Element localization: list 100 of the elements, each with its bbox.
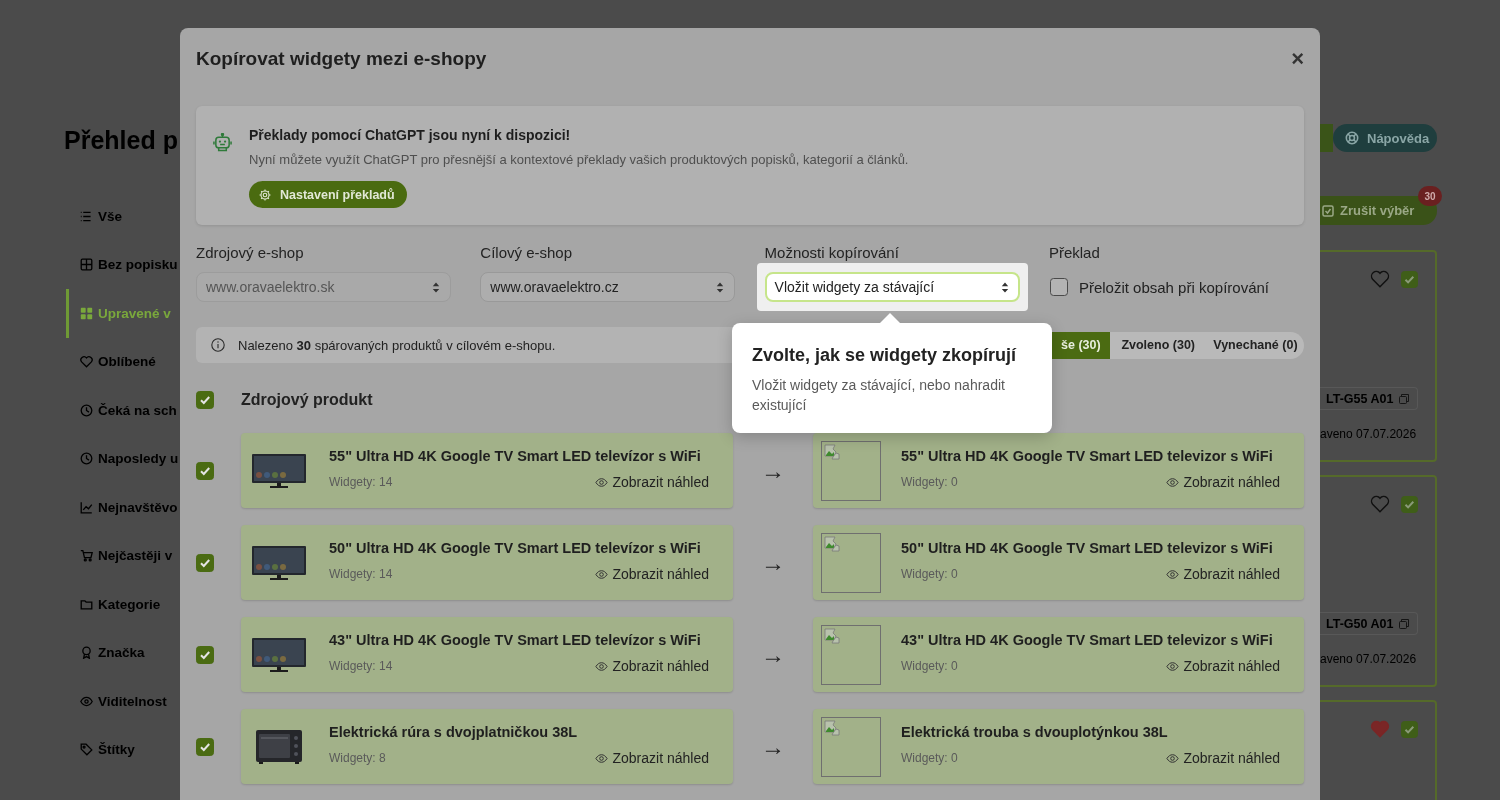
eye-icon — [595, 569, 609, 579]
product-title: 55" Ultra HD 4K Google TV Smart LED televízor s WiFi — [329, 447, 702, 465]
checked-box-icon — [1322, 204, 1334, 217]
checkbox[interactable] — [1401, 720, 1418, 738]
tv-photo — [251, 637, 307, 673]
widget-count: Widgety: 14 — [329, 659, 393, 673]
product-title: 50" Ultra HD 4K Google TV Smart LED televízor s WiFi — [329, 539, 702, 557]
clock-icon — [80, 403, 93, 417]
select-field[interactable]: www.oravaelektro.cz — [480, 272, 736, 302]
award-icon — [80, 646, 93, 660]
broken-image-icon — [824, 536, 840, 552]
product-title: 43" Ultra HD 4K Google TV Smart LED televizor s WiFi — [901, 631, 1274, 649]
right-arrow: → — [760, 640, 786, 669]
preview-link[interactable]: Zobrazit náhled — [1166, 566, 1280, 582]
filter-tab[interactable]: še (30) — [1052, 331, 1110, 359]
broken-image-icon — [824, 628, 840, 644]
tooltip-text: Vložit widgety za stávající, nebo nahradit existující — [752, 376, 1006, 415]
checkbox-label: Přeložit obsah při kopírování — [1078, 278, 1269, 296]
up-down-chevron-icon — [432, 281, 440, 293]
select-field[interactable]: Vložit widgety za stávající — [764, 272, 1020, 302]
tv-photo — [251, 545, 307, 581]
heart-icon — [80, 355, 93, 369]
widget-count: Widgety: 0 — [901, 751, 958, 765]
preview-link[interactable]: Zobrazit náhled — [595, 566, 709, 582]
right-arrow: → — [760, 548, 786, 577]
checkbox[interactable] — [196, 645, 214, 664]
preview-link[interactable]: Zobrazit náhled — [1166, 474, 1280, 490]
lifebuoy-icon — [1345, 131, 1359, 145]
broken-image-icon — [824, 720, 840, 736]
page-title: Přehled p — [64, 125, 179, 156]
right-arrow: → — [760, 456, 786, 485]
field-label: Cílový e-shop — [480, 244, 573, 262]
help-button[interactable]: Nápověda — [1333, 124, 1437, 152]
checkbox[interactable] — [196, 737, 214, 756]
chart-icon — [80, 500, 93, 514]
tag-icon — [80, 743, 93, 757]
modified-date: aveno 07.07.2026 — [1320, 652, 1418, 666]
widget-count: Widgety: 0 — [901, 475, 958, 489]
field-label: Zdrojový e-shop — [196, 244, 305, 262]
checkbox[interactable] — [1049, 278, 1068, 296]
filter-tab[interactable]: Vynechané (0) — [1206, 331, 1304, 359]
product-title: 43" Ultra HD 4K Google TV Smart LED televízor s WiFi — [329, 631, 702, 649]
checkbox[interactable] — [1401, 270, 1418, 288]
eye-icon — [595, 477, 609, 487]
translation-settings-button[interactable]: Nastavení překladů — [249, 181, 407, 208]
checkbox[interactable] — [1401, 495, 1418, 513]
copy-icon[interactable] — [1399, 618, 1409, 629]
product-code: LT-G50 A01 — [1326, 616, 1394, 631]
eye-icon — [595, 661, 609, 671]
count-badge: 30 — [1418, 186, 1442, 206]
field-label: Možnosti kopírování — [764, 244, 900, 262]
robot-icon — [213, 133, 232, 152]
preview-link[interactable]: Zobrazit náhled — [595, 658, 709, 674]
field-label: Překlad — [1048, 244, 1101, 262]
eye-icon — [1166, 661, 1180, 671]
clock-icon — [80, 452, 93, 466]
notice-text: Nyní můžete využít ChatGPT pro přesnější a kontextové překlady vašich produktových popisků, kategorií a článků. — [249, 151, 909, 169]
tooltip-title: Zvolte, jak se widgety zkopírují — [752, 344, 1018, 367]
close-button[interactable]: × — [1291, 48, 1304, 70]
broken-image-icon — [824, 444, 840, 460]
heart-icon[interactable] — [1370, 495, 1390, 513]
info-icon — [211, 338, 225, 352]
gear-icon — [259, 188, 271, 201]
widget-count: Widgety: 14 — [329, 475, 393, 489]
preview-link[interactable]: Zobrazit náhled — [1166, 750, 1280, 766]
heart-icon[interactable] — [1370, 270, 1390, 288]
product-title: 55" Ultra HD 4K Google TV Smart LED televizor s WiFi — [901, 447, 1274, 465]
table-icon — [80, 258, 93, 272]
product-title: 50" Ultra HD 4K Google TV Smart LED televizor s WiFi — [901, 539, 1274, 557]
filter-tab[interactable]: Zvoleno (30) — [1109, 331, 1207, 359]
eye-icon — [595, 753, 609, 763]
grid-icon — [80, 306, 93, 320]
oven-photo — [255, 729, 303, 765]
modified-date: aveno 07.07.2026 — [1320, 427, 1418, 441]
eye-icon — [1166, 477, 1180, 487]
checkbox[interactable] — [196, 461, 214, 480]
tv-photo — [251, 453, 307, 489]
up-down-chevron-icon — [716, 281, 725, 293]
preview-link[interactable]: Zobrazit náhled — [595, 750, 709, 766]
eye-icon — [1166, 753, 1180, 763]
eye-icon — [1166, 569, 1180, 579]
dialog-title: Kopírovat widgety mezi e-shopy — [196, 48, 487, 70]
widget-count: Widgety: 0 — [901, 567, 958, 581]
widget-count: Widgety: 8 — [329, 751, 386, 765]
column-heading: Zdrojový produkt — [241, 391, 373, 409]
folder-icon — [80, 597, 93, 611]
eye-icon — [80, 694, 93, 708]
copy-icon[interactable] — [1399, 393, 1409, 404]
preview-link[interactable]: Zobrazit náhled — [1166, 658, 1280, 674]
list-icon — [80, 209, 93, 223]
product-title: Elektrická rúra s dvojplatničkou 38L — [329, 723, 579, 741]
cart-icon — [80, 549, 93, 563]
right-arrow: → — [760, 732, 786, 761]
preview-link[interactable]: Zobrazit náhled — [595, 474, 709, 490]
up-down-chevron-icon — [1000, 281, 1009, 293]
info-text: Nalezeno 30 spárovaných produktů v cílovém e-shopu. — [238, 337, 556, 353]
product-code: LT-G55 A01 — [1326, 391, 1394, 406]
widget-count: Widgety: 0 — [901, 659, 958, 673]
checkbox[interactable] — [196, 391, 214, 409]
checkbox[interactable] — [196, 553, 214, 572]
